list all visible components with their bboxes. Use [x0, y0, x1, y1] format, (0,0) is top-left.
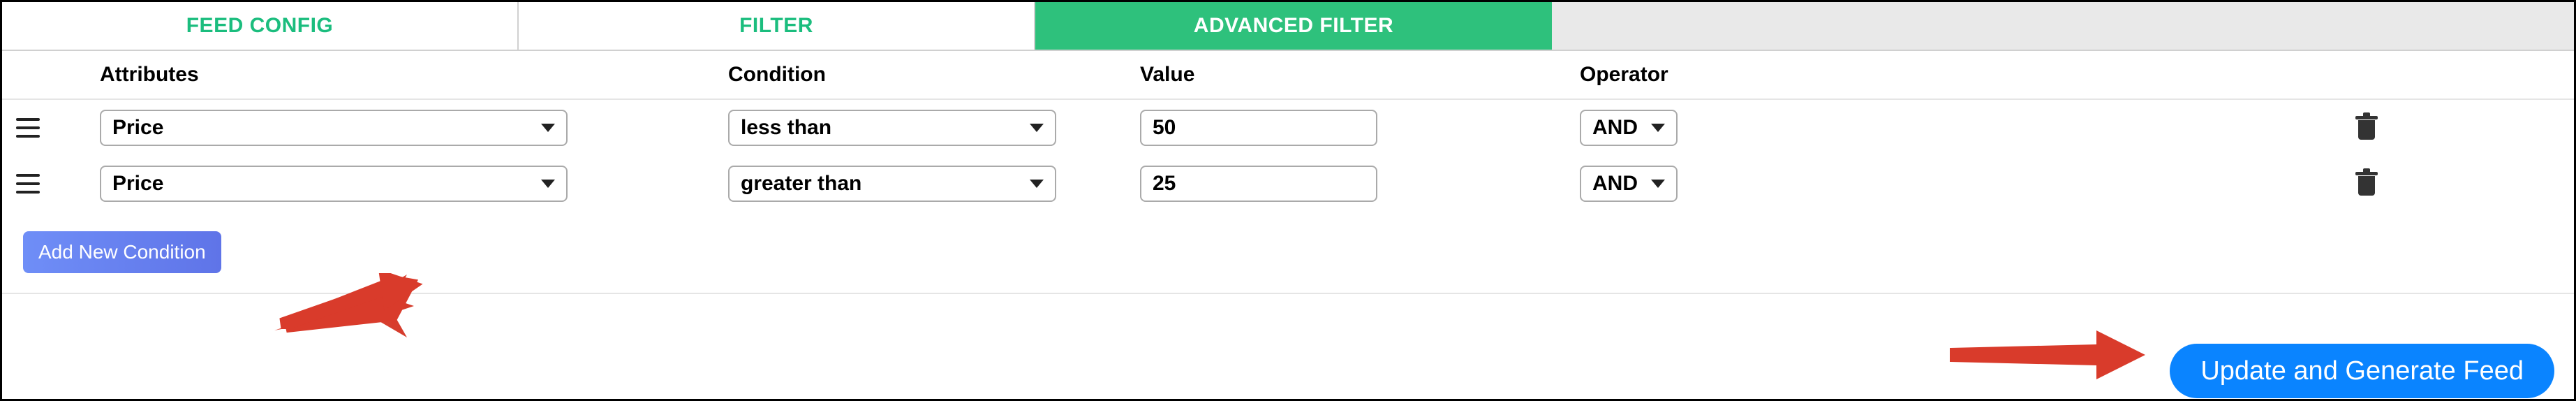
attribute-value: Price — [112, 172, 163, 196]
attribute-select[interactable]: Price — [100, 166, 568, 202]
value-input[interactable]: 25 — [1140, 166, 1377, 202]
condition-row: Price less than 50 AND — [2, 100, 2574, 156]
attribute-value: Price — [112, 116, 163, 140]
value-input[interactable]: 50 — [1140, 110, 1377, 146]
header-operator: Operator — [1580, 63, 2173, 87]
operator-value: AND — [1592, 116, 1638, 140]
tabs-spacer — [1552, 2, 2574, 51]
condition-select[interactable]: greater than — [728, 166, 1056, 202]
condition-value: less than — [741, 116, 831, 140]
chevron-down-icon — [1030, 124, 1044, 132]
header-attributes: Attributes — [86, 63, 728, 87]
chevron-down-icon — [1651, 124, 1665, 132]
update-and-generate-feed-button[interactable]: Update and Generate Feed — [2170, 344, 2554, 398]
tab-advanced-filter[interactable]: ADVANCED FILTER — [1035, 2, 1552, 51]
chevron-down-icon — [1651, 180, 1665, 188]
annotation-arrow — [1950, 330, 2145, 379]
delete-row-button[interactable] — [2357, 116, 2376, 140]
delete-row-button[interactable] — [2357, 172, 2376, 196]
tab-feed-config[interactable]: FEED CONFIG — [2, 2, 519, 51]
attribute-select[interactable]: Price — [100, 110, 568, 146]
condition-row: Price greater than 25 AND — [2, 156, 2574, 212]
operator-select[interactable]: AND — [1580, 166, 1678, 202]
header-condition: Condition — [728, 63, 1140, 87]
value-text: 25 — [1153, 172, 1176, 196]
column-headers: Attributes Condition Value Operator — [2, 51, 2574, 100]
drag-handle-icon[interactable] — [16, 174, 40, 194]
chevron-down-icon — [1030, 180, 1044, 188]
operator-select[interactable]: AND — [1580, 110, 1678, 146]
condition-select[interactable]: less than — [728, 110, 1056, 146]
operator-value: AND — [1592, 172, 1638, 196]
chevron-down-icon — [541, 180, 555, 188]
header-value: Value — [1140, 63, 1580, 87]
drag-handle-icon[interactable] — [16, 118, 40, 138]
tab-filter[interactable]: FILTER — [519, 2, 1035, 51]
chevron-down-icon — [541, 124, 555, 132]
condition-value: greater than — [741, 172, 861, 196]
add-new-condition-button[interactable]: Add New Condition — [23, 231, 221, 273]
value-text: 50 — [1153, 116, 1176, 140]
